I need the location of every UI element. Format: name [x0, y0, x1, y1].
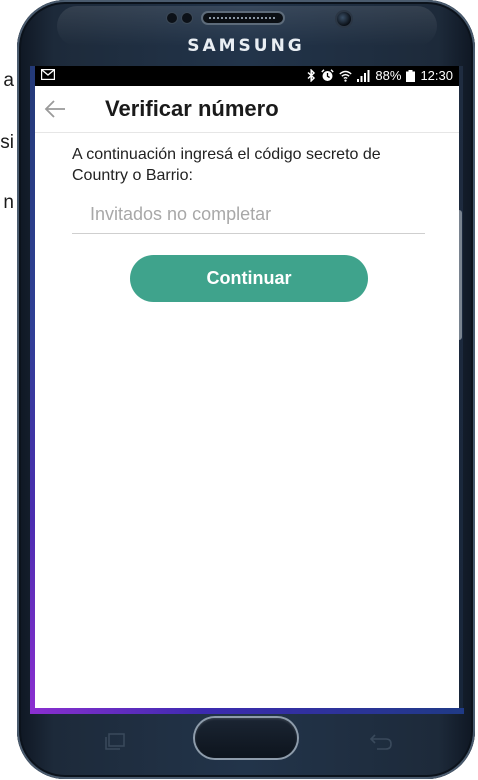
secret-code-input[interactable] [72, 196, 425, 234]
background-text-a: a [3, 70, 14, 91]
battery-icon [406, 69, 416, 82]
screenshot-stage: a si n SAMSUNG 88% 12:30 Verificar númer… [0, 0, 478, 780]
signal-icon [357, 69, 370, 82]
app-bar: Verificar número [35, 86, 459, 133]
battery-percent: 88% [375, 68, 402, 83]
page-title: Verificar número [105, 96, 279, 121]
brand-logo: SAMSUNG [187, 36, 305, 56]
status-right: 88% 12:30 [307, 68, 453, 83]
background-text-si: si [0, 132, 14, 153]
phone-screen: 88% 12:30 Verificar número A continuació… [35, 66, 459, 712]
back-arrow-icon[interactable] [43, 98, 67, 120]
instruction-text: A continuación ingresá el código secreto… [72, 146, 381, 184]
earpiece-speaker [203, 13, 283, 23]
front-camera-icon [337, 12, 351, 26]
wifi-icon [339, 70, 353, 82]
status-time: 12:30 [420, 68, 453, 83]
light-sensor-icon [182, 13, 192, 23]
background-text-n: n [3, 192, 14, 213]
bluetooth-icon [307, 69, 316, 82]
continue-button[interactable]: Continuar [130, 255, 368, 302]
status-left [41, 69, 55, 80]
screen-edge-bottom [30, 708, 464, 714]
home-button[interactable] [195, 718, 297, 758]
status-bar: 88% 12:30 [35, 66, 459, 86]
mail-icon [41, 69, 55, 80]
recent-apps-icon[interactable] [104, 733, 126, 751]
alarm-icon [321, 69, 335, 82]
proximity-sensor-icon [167, 13, 177, 23]
back-key-icon[interactable] [367, 733, 393, 751]
